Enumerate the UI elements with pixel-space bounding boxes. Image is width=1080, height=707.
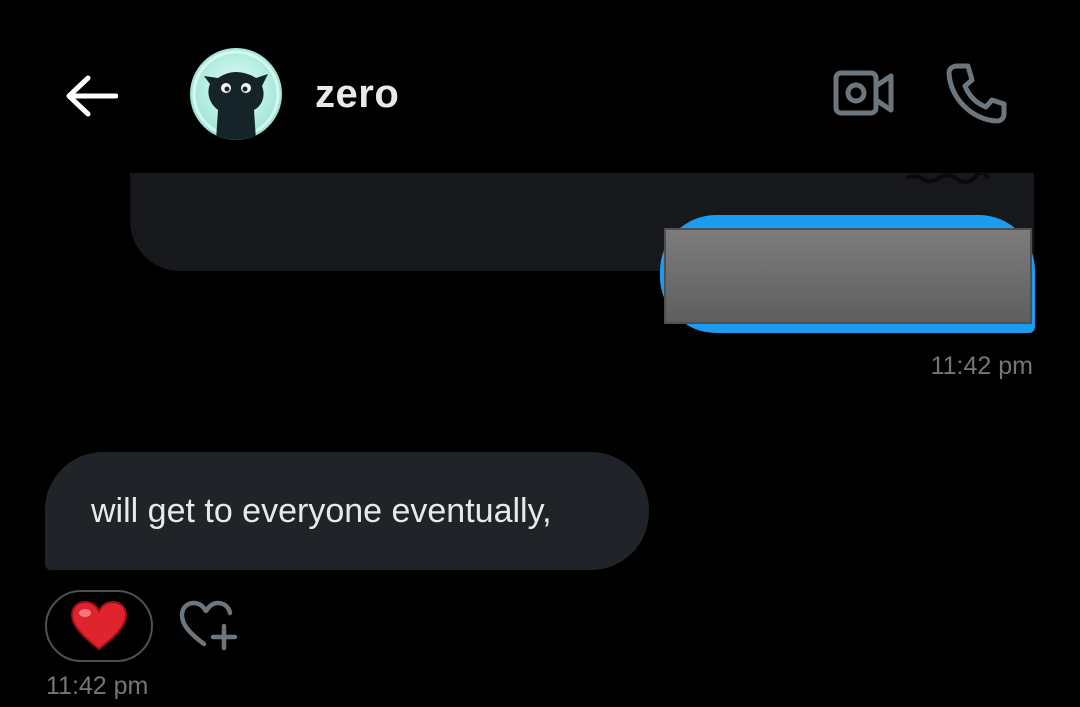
red-heart-icon bbox=[70, 600, 128, 651]
received-message-timestamp: 11:42 pm bbox=[46, 672, 149, 700]
received-message-bubble[interactable]: will get to everyone eventually, bbox=[45, 452, 649, 570]
heart-plus-icon bbox=[179, 600, 238, 651]
sent-message-timestamp: 11:42 pm bbox=[930, 352, 1033, 380]
phone-icon bbox=[946, 63, 1007, 124]
phone-call-button[interactable] bbox=[942, 60, 1010, 126]
scribble-mark bbox=[906, 172, 990, 184]
video-call-button[interactable] bbox=[830, 64, 896, 122]
arrow-left-icon bbox=[66, 75, 118, 117]
video-camera-icon bbox=[833, 70, 894, 116]
chat-username[interactable]: zero bbox=[315, 72, 399, 117]
chat-header: zero bbox=[0, 0, 1080, 170]
cat-avatar-image bbox=[192, 50, 280, 140]
add-reaction-button[interactable] bbox=[178, 598, 242, 654]
received-message-text: will get to everyone eventually, bbox=[91, 491, 552, 530]
back-button[interactable] bbox=[60, 68, 122, 124]
redacted-content bbox=[664, 228, 1032, 324]
avatar[interactable] bbox=[190, 48, 282, 140]
reaction-button[interactable] bbox=[45, 590, 153, 662]
